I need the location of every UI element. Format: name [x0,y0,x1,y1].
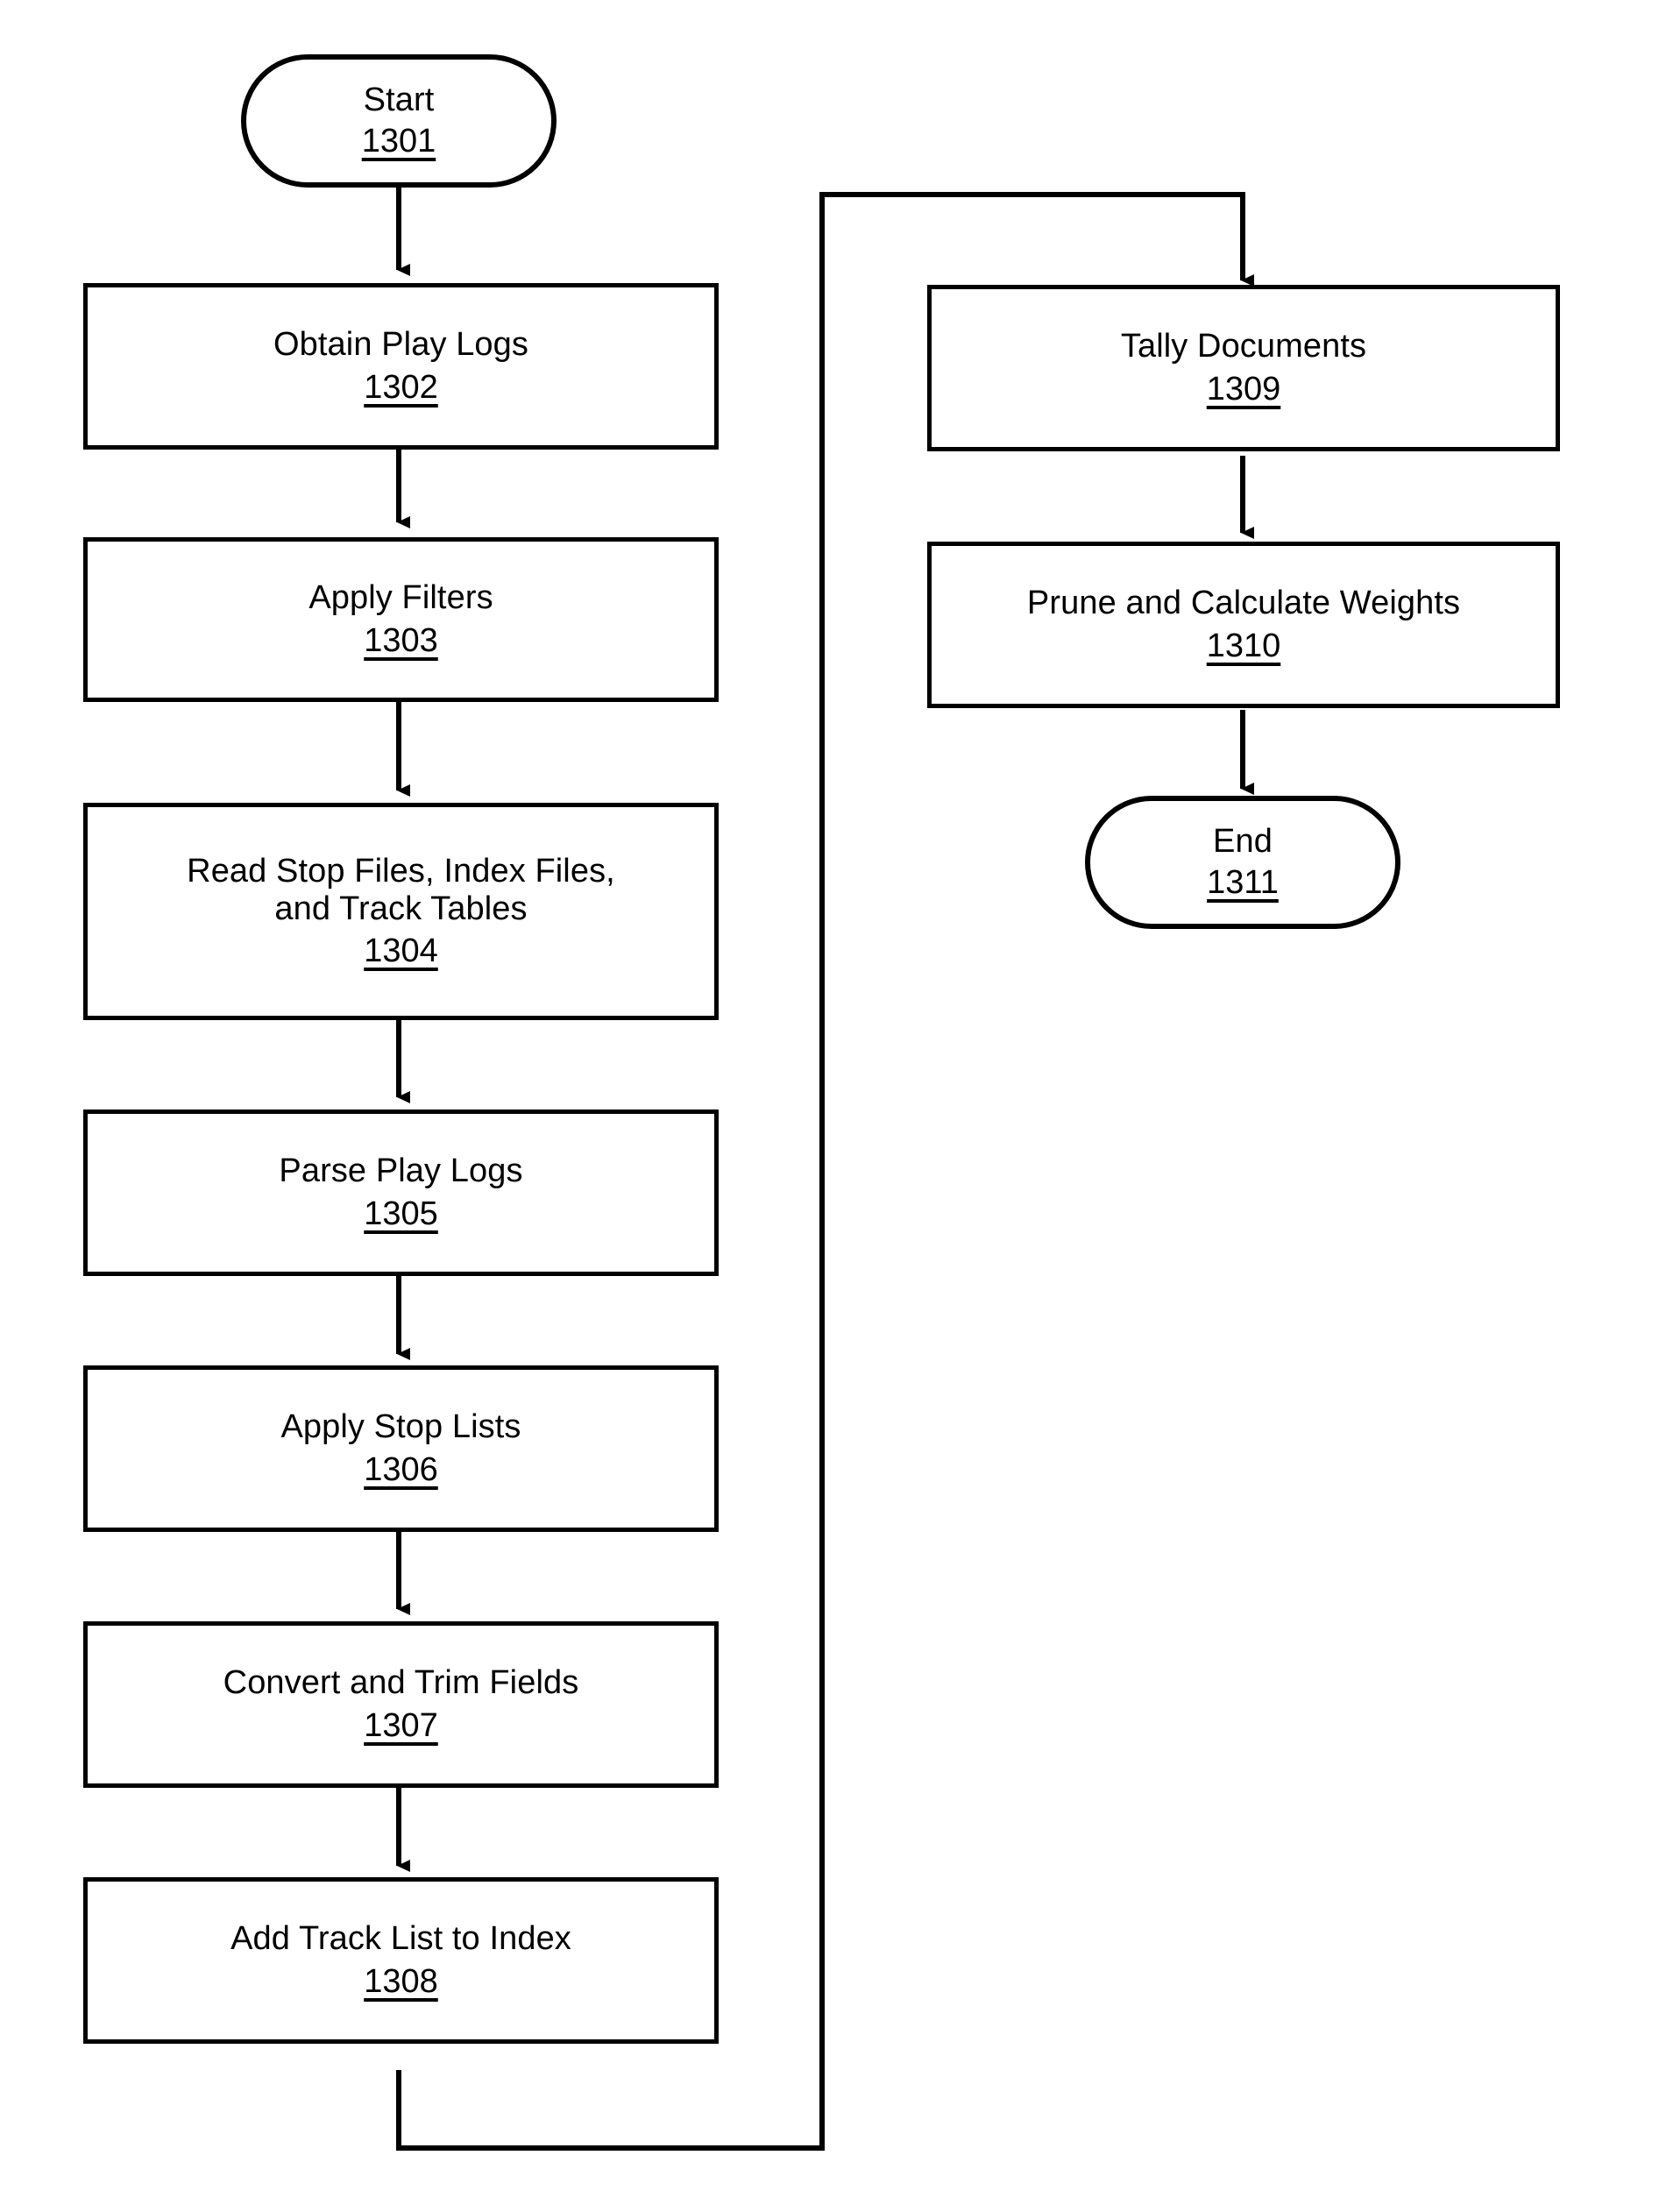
node-label: Parse Play Logs [279,1152,523,1190]
node-parse-play-logs-1305[interactable]: Parse Play Logs 1305 [83,1110,719,1276]
node-label: Apply Filters [308,579,493,617]
node-tally-documents-1309[interactable]: Tally Documents 1309 [927,285,1560,451]
node-reference-number: 1304 [364,932,438,970]
node-label: Prune and Calculate Weights [1026,585,1461,622]
node-label: End [1213,823,1273,861]
node-reference-number: 1302 [364,369,438,406]
node-obtain-play-logs-1302[interactable]: Obtain Play Logs 1302 [83,283,719,450]
node-reference-number: 1301 [361,123,436,160]
node-reference-number: 1305 [364,1195,438,1232]
node-reference-number: 1309 [1206,371,1281,408]
node-read-stop-files-1304[interactable]: Read Stop Files, Index Files, and Track … [83,803,719,1020]
node-reference-number: 1306 [364,1451,438,1488]
node-label: Convert and Trim Fields [223,1664,579,1702]
node-convert-and-trim-fields-1307[interactable]: Convert and Trim Fields 1307 [83,1621,719,1788]
flowchart-canvas: Start 1301 Obtain Play Logs 1302 Apply F… [0,0,1659,2212]
node-label: Tally Documents [1120,328,1367,365]
node-label: Read Stop Files, Index Files, and Track … [187,853,615,927]
node-reference-number: 1307 [364,1707,438,1744]
node-start-1301[interactable]: Start 1301 [241,54,557,188]
node-reference-number: 1310 [1206,627,1281,664]
node-apply-stop-lists-1306[interactable]: Apply Stop Lists 1306 [83,1365,719,1532]
node-apply-filters-1303[interactable]: Apply Filters 1303 [83,537,719,702]
node-label: Add Track List to Index [230,1920,571,1958]
node-reference-number: 1311 [1207,864,1279,901]
node-add-track-list-to-index-1308[interactable]: Add Track List to Index 1308 [83,1877,719,2044]
node-end-1311[interactable]: End 1311 [1085,796,1400,929]
node-reference-number: 1308 [364,1963,438,2000]
node-reference-number: 1303 [364,622,438,659]
node-label: Start [363,82,435,119]
node-label: Obtain Play Logs [273,326,528,364]
node-label: Apply Stop Lists [280,1408,521,1446]
node-prune-and-calculate-weights-1310[interactable]: Prune and Calculate Weights 1310 [927,542,1560,708]
